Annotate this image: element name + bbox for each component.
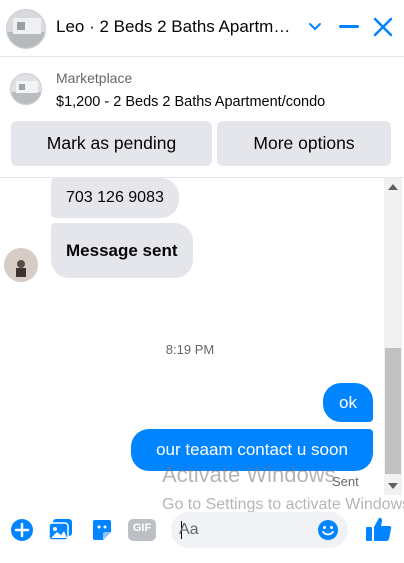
incoming-message[interactable]: Message sent [51,223,193,278]
minimize-icon[interactable] [335,13,363,41]
emoji-icon[interactable] [317,519,339,541]
gif-label: GIF [132,522,152,534]
message-scrollbar[interactable] [384,178,402,495]
incoming-message[interactable]: 703 126 9083 [51,178,179,218]
message-input[interactable] [179,512,309,548]
sent-status: Sent [332,474,359,489]
message-input-wrapper[interactable] [171,512,348,548]
scroll-thumb[interactable] [385,348,401,474]
photo-icon[interactable] [48,517,74,543]
add-icon[interactable] [9,517,35,543]
chat-header: Leo · 2 Beds 2 Baths Apartment/condo [0,0,404,57]
marketplace-label: Marketplace [56,70,133,86]
message-list[interactable]: 703 126 9083 Message sent 8:19 PM ok our… [0,178,404,498]
chevron-down-icon[interactable] [301,13,329,41]
seller-avatar[interactable] [6,9,46,49]
message-text: ok [339,392,357,412]
message-composer: GIF [0,505,404,555]
message-timestamp: 8:19 PM [165,342,215,357]
outgoing-message[interactable]: ok [323,383,373,422]
sender-avatar[interactable] [4,248,38,282]
conversation-title[interactable]: Leo · 2 Beds 2 Baths Apartment/condo [56,17,296,37]
listing-description[interactable]: $1,200 - 2 Beds 2 Baths Apartment/condo [56,94,325,110]
more-options-button[interactable]: More options [217,121,391,166]
close-icon[interactable] [369,13,397,41]
message-text: Message sent [66,240,178,260]
thumbs-up-icon[interactable] [365,515,393,543]
scroll-up-arrow-icon[interactable] [388,184,398,190]
mark-as-pending-button[interactable]: Mark as pending [11,121,212,166]
activate-windows-watermark: Activate Windows [162,462,336,487]
message-text: our teaam contact u soon [156,440,348,459]
message-text: 703 126 9083 [66,189,164,206]
sticker-icon[interactable] [89,517,115,543]
listing-thumbnail[interactable] [10,73,42,105]
gif-icon[interactable]: GIF [128,517,156,543]
marketplace-listing-panel: Marketplace $1,200 - 2 Beds 2 Baths Apar… [0,57,404,178]
scroll-down-arrow-icon[interactable] [388,483,398,489]
